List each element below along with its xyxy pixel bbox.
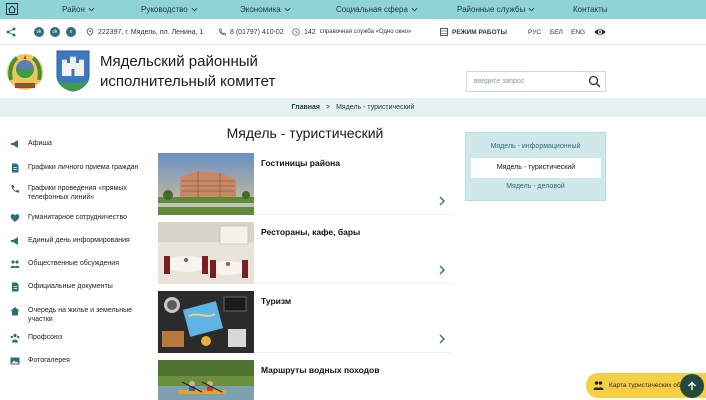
sidebar-item-poster[interactable]: Афиша xyxy=(10,139,150,149)
section-link-business[interactable]: Мядель - деловой xyxy=(466,183,605,190)
state-emblem-icon[interactable] xyxy=(5,52,45,92)
group-icon xyxy=(10,333,20,343)
people-icon xyxy=(593,381,604,390)
house-icon xyxy=(10,307,20,316)
card-title: Маршруты водных походов xyxy=(261,365,380,375)
sidebar-item-reception-schedules[interactable]: Графики личного приема граждан xyxy=(10,163,150,173)
phone-icon xyxy=(11,185,20,193)
scroll-top-button[interactable] xyxy=(680,374,704,398)
document-icon xyxy=(12,282,19,292)
chevron-right-icon[interactable] xyxy=(438,265,446,275)
sidebar-item-info-day[interactable]: Единый день информирования xyxy=(10,236,150,246)
section-switcher: Мядель - информационный Мядель - туристи… xyxy=(465,132,606,201)
share-icon[interactable] xyxy=(6,27,16,37)
chevron-down-icon xyxy=(191,7,198,12)
people-icon xyxy=(10,260,20,268)
sidebar-item-trade-union[interactable]: Профсоюз xyxy=(10,333,150,343)
clock-icon xyxy=(292,28,300,36)
document-icon xyxy=(12,163,19,173)
eye-icon[interactable] xyxy=(594,27,606,37)
card-tourism[interactable]: Туризм xyxy=(158,291,452,353)
travel-items-photo xyxy=(158,291,254,353)
location-pin-icon xyxy=(86,28,94,36)
breadcrumb-separator: > xyxy=(326,104,331,111)
heart-icon xyxy=(10,214,20,222)
card-restaurants[interactable]: Рестораны, кафе, бары xyxy=(158,222,452,284)
nav-item-economy[interactable]: Экономика xyxy=(240,0,291,19)
chevron-down-icon xyxy=(284,7,291,12)
megaphone-icon xyxy=(11,237,18,245)
sidebar-item-official-documents[interactable]: Официальные документы xyxy=(10,282,150,292)
card-title: Туризм xyxy=(261,296,292,306)
breadcrumb-current: Мядель - туристический xyxy=(336,104,415,111)
viber-icon[interactable]: v xyxy=(66,27,76,37)
image-icon xyxy=(10,357,20,365)
grid-icon xyxy=(440,28,448,36)
top-navigation: Район Руководство Экономика Социальная с… xyxy=(0,0,706,19)
sidebar-item-humanitarian[interactable]: Гуманитарное сотрудничество xyxy=(10,213,150,223)
home-icon[interactable] xyxy=(6,3,18,15)
lang-by[interactable]: БЕЛ xyxy=(550,19,563,45)
lang-en[interactable]: ENG xyxy=(571,19,585,45)
section-link-informational[interactable]: Мядель - информационный xyxy=(466,143,605,150)
restaurant-photo xyxy=(158,222,254,284)
chevron-right-icon[interactable] xyxy=(438,334,446,344)
nav-item-contacts[interactable]: Контакты xyxy=(573,0,608,19)
work-hours-link[interactable]: РЕЖИМ РАБОТЫ xyxy=(440,19,507,45)
chevron-right-icon[interactable] xyxy=(438,196,446,206)
nav-item-leadership[interactable]: Руководство xyxy=(141,0,198,19)
breadcrumb: Главная > Мядель - туристический xyxy=(0,98,706,117)
page-title: Мядель - туристический xyxy=(226,125,384,141)
info-bar: vk ok v 222397, г. Мядель, пл. Ленина, 1… xyxy=(0,19,706,45)
organization-name: Мядельский районный исполнительный комит… xyxy=(100,53,276,90)
chevron-down-icon xyxy=(528,7,535,12)
district-coat-of-arms-icon[interactable] xyxy=(56,50,90,92)
nav-item-district-services[interactable]: Районные службы xyxy=(457,0,535,19)
phone-icon xyxy=(219,28,226,36)
card-hotels[interactable]: Гостиницы района xyxy=(158,153,452,215)
lang-ru[interactable]: РУС xyxy=(528,19,541,45)
sidebar-item-public-discussions[interactable]: Общественные обсуждения xyxy=(10,259,150,269)
chevron-down-icon xyxy=(88,7,95,12)
phone[interactable]: 8 (01797) 410-02 xyxy=(218,19,284,45)
nav-item-social-sphere[interactable]: Социальная сфера xyxy=(336,0,418,19)
hotel-photo xyxy=(158,153,254,215)
kayak-photo xyxy=(158,360,254,400)
nav-item-district[interactable]: Район xyxy=(62,0,95,19)
card-title: Рестораны, кафе, бары xyxy=(261,227,361,237)
megaphone-icon xyxy=(11,140,18,148)
chevron-down-icon xyxy=(411,7,418,12)
sidebar-item-photo-gallery[interactable]: Фотогалерея xyxy=(10,356,150,366)
sidebar-item-housing-queue[interactable]: Очередь на жилье и земельные участки xyxy=(10,306,150,324)
section-link-tourist-active[interactable]: Мядель - туристический xyxy=(471,158,601,178)
sidebar-item-hotline-schedules[interactable]: Графики проведения «прямых телефонных ли… xyxy=(10,184,150,202)
card-title: Гостиницы района xyxy=(261,158,340,168)
card-water-routes[interactable]: Маршруты водных походов xyxy=(158,360,452,400)
hotline[interactable]: 142 справочная служба «Одно окно» xyxy=(292,19,411,45)
arrow-up-icon xyxy=(688,381,696,390)
ok-icon[interactable]: ok xyxy=(50,27,60,37)
breadcrumb-home[interactable]: Главная xyxy=(292,104,320,111)
search-icon[interactable] xyxy=(588,75,601,88)
search-input[interactable] xyxy=(467,72,585,91)
search-box xyxy=(466,71,606,92)
brand-header: Мядельский районный исполнительный комит… xyxy=(0,45,706,98)
vk-icon[interactable]: vk xyxy=(34,27,44,37)
address: 222397, г. Мядель, пл. Ленина, 1 xyxy=(86,19,203,45)
